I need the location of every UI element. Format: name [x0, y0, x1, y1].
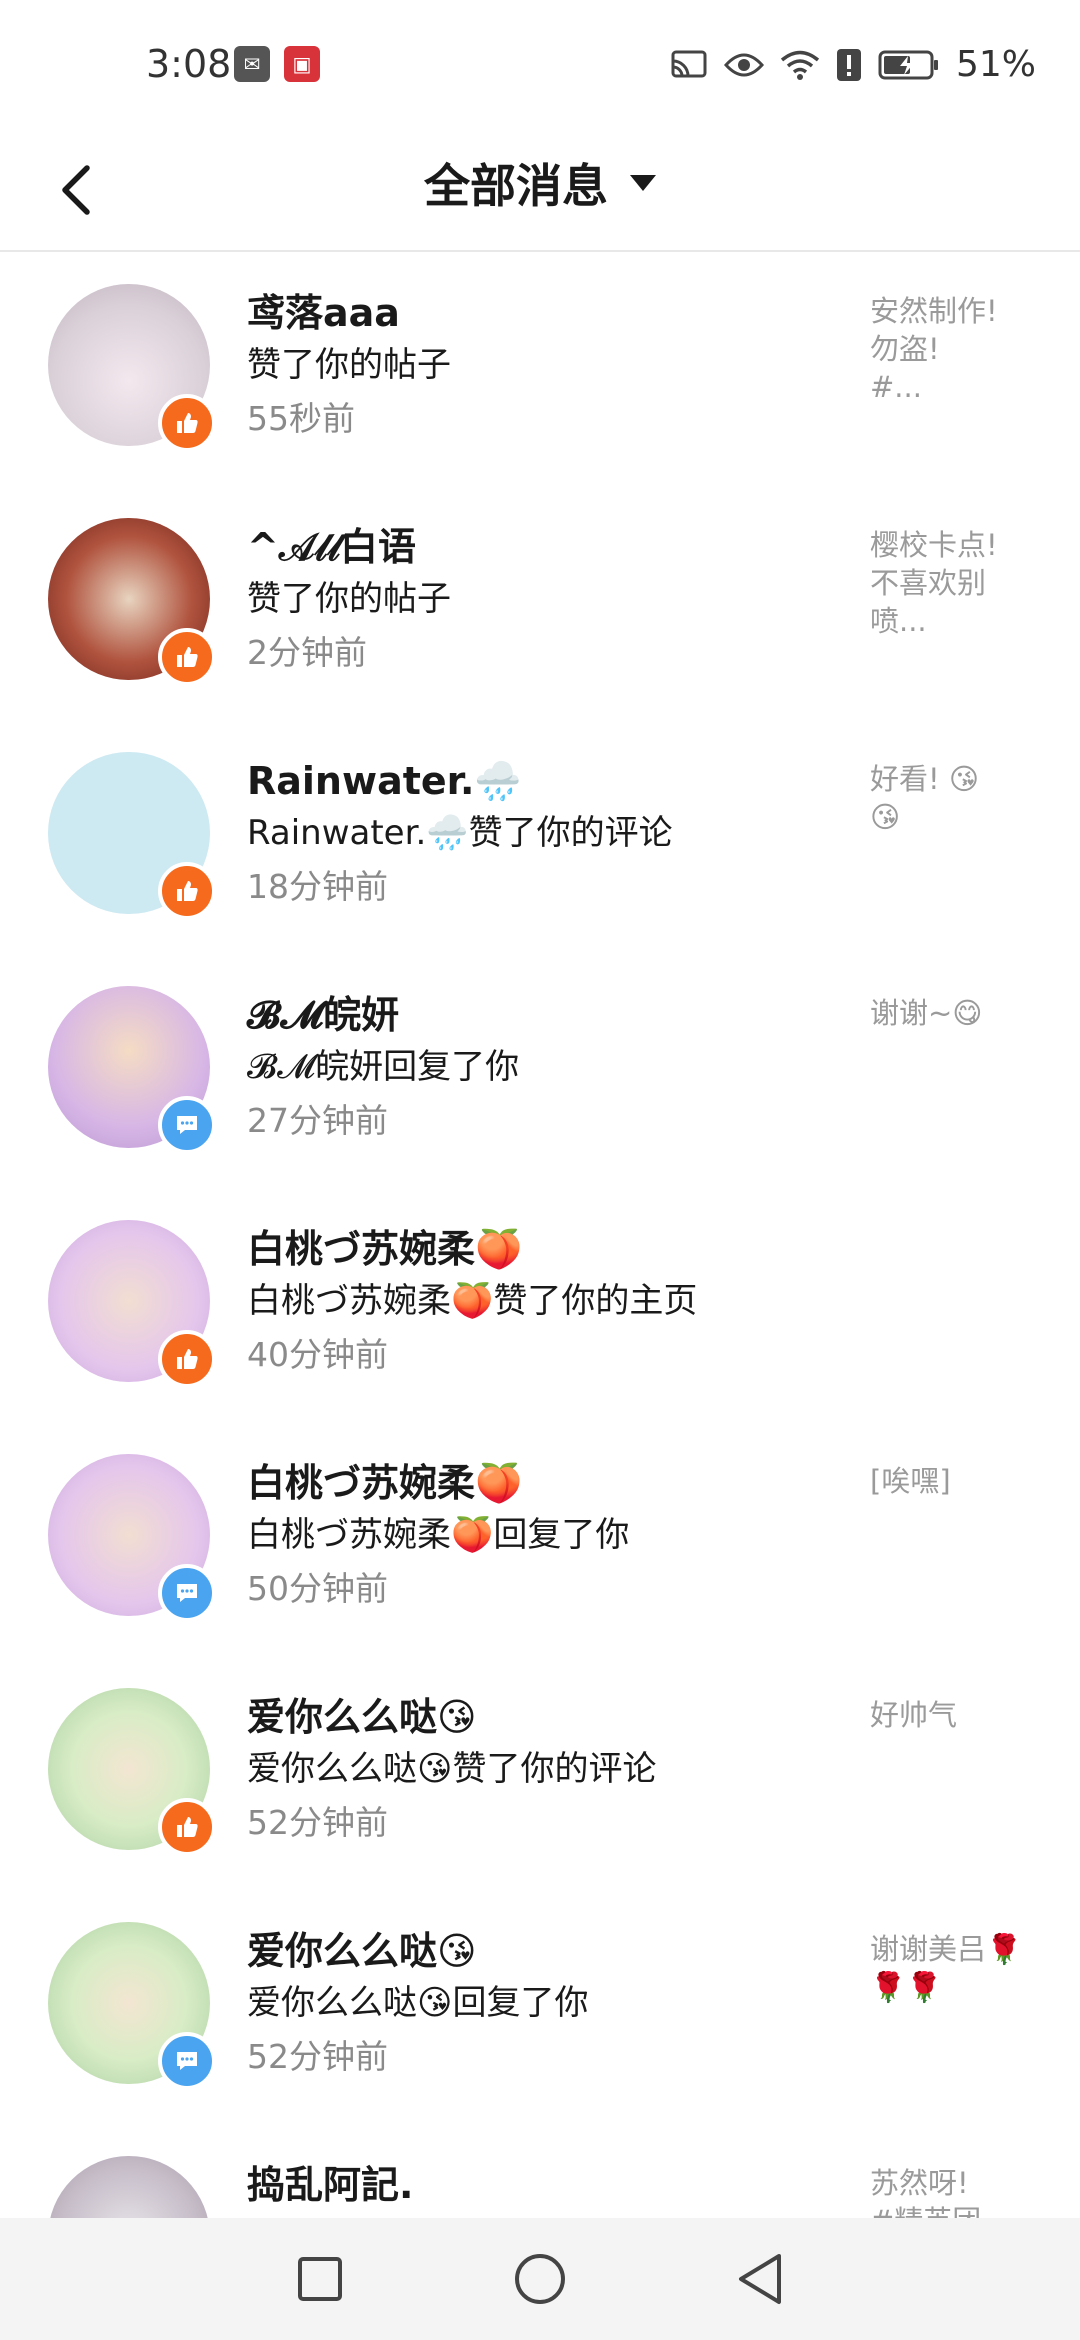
- message-time: 50分钟前: [247, 1569, 388, 1608]
- message-text: 白桃づ苏婉柔🍑 白桃づ苏婉柔🍑赞了你的主页 40分钟前: [247, 1224, 847, 1382]
- message-item[interactable]: 白桃づ苏婉柔🍑 白桃づ苏婉柔🍑赞了你的主页 40分钟前: [0, 1188, 1080, 1422]
- message-time: 27分钟前: [247, 1101, 388, 1140]
- message-action: 爱你么么哒😘赞了你的评论: [247, 1749, 657, 1789]
- eye-icon: [723, 53, 764, 76]
- battery-percentage: 51%: [955, 44, 1036, 85]
- message-list: 鸢落aaa 赞了你的帖子 55秒前 安然制作! 勿盗! #... ^𝒜𝓁𝓁白语 赞了你的帖…: [0, 252, 1080, 2340]
- mail-app-icon: ✉: [234, 46, 270, 82]
- content-preview[interactable]: 好帅气: [870, 1696, 1040, 1734]
- content-preview[interactable]: 樱校卡点! 不喜欢别 喷...: [870, 526, 1040, 640]
- message-item[interactable]: 鸢落aaa 赞了你的帖子 55秒前 安然制作! 勿盗! #...: [0, 252, 1080, 486]
- message-text: 爱你么么哒😘 爱你么么哒😘回复了你 52分钟前: [247, 1926, 847, 2084]
- like-badge-icon: [158, 1798, 216, 1856]
- sender-name[interactable]: 白桃づ苏婉柔🍑: [247, 1224, 847, 1274]
- message-text: 捣乱阿記.: [247, 2160, 847, 2210]
- page-title: 全部消息: [424, 159, 608, 213]
- sender-name[interactable]: 𝓑𝓜皖妍: [247, 990, 847, 1040]
- reply-badge-icon: [158, 2032, 216, 2090]
- message-time: 52分钟前: [247, 2037, 388, 2076]
- circle-icon: [515, 2254, 565, 2304]
- wifi-icon: [780, 50, 820, 80]
- message-item[interactable]: 白桃づ苏婉柔🍑 白桃づ苏婉柔🍑回复了你 50分钟前 [唉嘿]: [0, 1422, 1080, 1656]
- triangle-back-icon: [739, 2254, 781, 2304]
- content-preview[interactable]: 谢谢美吕🌹 🌹🌹: [870, 1930, 1040, 2006]
- cast-icon: [671, 50, 707, 77]
- status-time: 3:08: [146, 42, 232, 86]
- header: 全部消息: [0, 130, 1080, 252]
- home-button[interactable]: [500, 2239, 580, 2319]
- alert-icon: [836, 48, 861, 81]
- message-action: 爱你么么哒😘回复了你: [247, 1983, 589, 2023]
- sender-name[interactable]: 鸢落aaa: [247, 288, 847, 338]
- like-badge-icon: [158, 1330, 216, 1388]
- recent-apps-button[interactable]: [280, 2239, 360, 2319]
- message-item[interactable]: 𝓑𝓜皖妍 𝓑𝓜皖妍回复了你 27分钟前 谢谢~😋: [0, 954, 1080, 1188]
- system-icons: 51%: [670, 44, 1036, 85]
- message-item[interactable]: 爱你么么哒😘 爱你么么哒😘赞了你的评论 52分钟前 好帅气: [0, 1656, 1080, 1890]
- message-text: 𝓑𝓜皖妍 𝓑𝓜皖妍回复了你 27分钟前: [247, 990, 847, 1148]
- message-action: 𝓑𝓜皖妍回复了你: [247, 1047, 520, 1087]
- content-preview[interactable]: 谢谢~😋: [870, 994, 1040, 1032]
- battery-charging-icon: [878, 50, 938, 79]
- notification-icons: ✉ ▣: [234, 46, 320, 82]
- message-text: Rainwater.🌧️ Rainwater.🌧️赞了你的评论 18分钟前: [247, 756, 847, 914]
- sender-name[interactable]: 爱你么么哒😘: [247, 1926, 847, 1976]
- sender-name[interactable]: ^𝒜𝓁𝓁白语: [247, 522, 847, 572]
- message-text: 爱你么么哒😘 爱你么么哒😘赞了你的评论 52分钟前: [247, 1692, 847, 1850]
- screen: 3:08 ✉ ▣ 51% 全部消息 鸢落aaa 赞了你的帖子 55秒前 安然制作…: [0, 0, 1080, 2340]
- reply-badge-icon: [158, 1096, 216, 1154]
- content-preview[interactable]: [唉嘿]: [870, 1462, 1040, 1500]
- sender-name[interactable]: 爱你么么哒😘: [247, 1692, 847, 1742]
- caret-down-icon: [630, 175, 656, 191]
- message-action: 白桃づ苏婉柔🍑回复了你: [247, 1515, 630, 1555]
- message-item[interactable]: Rainwater.🌧️ Rainwater.🌧️赞了你的评论 18分钟前 好看! 😘…: [0, 720, 1080, 954]
- reply-badge-icon: [158, 1564, 216, 1622]
- message-action: 白桃づ苏婉柔🍑赞了你的主页: [247, 1281, 698, 1321]
- message-text: ^𝒜𝓁𝓁白语赞了你的帖子 2分钟前: [247, 522, 847, 680]
- like-badge-icon: [158, 394, 216, 452]
- like-badge-icon: [158, 862, 216, 920]
- sender-name[interactable]: Rainwater.🌧️: [247, 756, 847, 806]
- message-action: Rainwater.🌧️赞了你的评论: [247, 813, 673, 853]
- content-preview[interactable]: 安然制作! 勿盗! #...: [870, 292, 1040, 406]
- status-bar: 3:08 ✉ ▣ 51%: [0, 0, 1080, 130]
- system-nav-bar: [0, 2218, 1080, 2340]
- message-action: 赞了你的帖子: [247, 579, 451, 619]
- message-time: 55秒前: [247, 399, 355, 438]
- message-text: 鸢落aaa 赞了你的帖子 55秒前: [247, 288, 847, 446]
- message-time: 2分钟前: [247, 633, 367, 672]
- like-badge-icon: [158, 628, 216, 686]
- message-time: 18分钟前: [247, 867, 388, 906]
- book-app-icon: ▣: [284, 46, 320, 82]
- message-text: 白桃づ苏婉柔🍑 白桃づ苏婉柔🍑回复了你 50分钟前: [247, 1458, 847, 1616]
- message-time: 40分钟前: [247, 1335, 388, 1374]
- filter-dropdown[interactable]: 全部消息: [0, 150, 1080, 216]
- sender-name[interactable]: 捣乱阿記.: [247, 2160, 847, 2210]
- message-time: 52分钟前: [247, 1803, 388, 1842]
- message-action: 赞了你的帖子: [247, 345, 451, 385]
- message-item[interactable]: 爱你么么哒😘 爱你么么哒😘回复了你 52分钟前 谢谢美吕🌹 🌹🌹: [0, 1890, 1080, 2124]
- sender-name[interactable]: 白桃づ苏婉柔🍑: [247, 1458, 847, 1508]
- square-icon: [298, 2257, 342, 2301]
- back-nav-button[interactable]: [720, 2239, 800, 2319]
- content-preview[interactable]: 好看! 😘 😘: [870, 760, 1040, 836]
- message-item[interactable]: ^𝒜𝓁𝓁白语赞了你的帖子 2分钟前 樱校卡点! 不喜欢别 喷...: [0, 486, 1080, 720]
